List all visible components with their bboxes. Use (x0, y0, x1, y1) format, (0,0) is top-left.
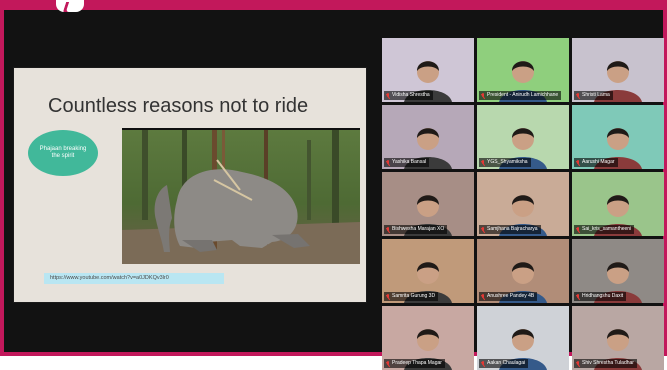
participant-name: Hridhangshu Daxit (582, 293, 624, 299)
muted-mic-icon (481, 92, 485, 99)
participant-name: Pradeep Thapa Magar (392, 360, 442, 366)
participant-name: Samrita Gurung 3D (392, 293, 436, 299)
participant-name-tag: Anushree Pandey 4B (479, 292, 538, 301)
muted-mic-icon (576, 226, 580, 233)
participant-name: Anushree Pandey 4B (487, 293, 535, 299)
meeting-window: Countless reasons not to ride Phajaan br… (0, 0, 667, 370)
participant-name-tag: Sai_kris_samantheeni (574, 225, 635, 234)
participant-name-tag: Hridhangshu Daxit (574, 292, 627, 301)
elephant-photo-image (122, 130, 360, 264)
participant-tile[interactable]: Aarushi Magar (572, 105, 664, 169)
participant-tile[interactable]: President - Anirudh Lamichhane (477, 38, 569, 102)
app-logo-icon (56, 0, 84, 12)
participant-tile[interactable]: Hridhangshu Daxit (572, 239, 664, 303)
muted-mic-icon (576, 92, 580, 99)
participant-name: Aarushi Magar (582, 159, 615, 165)
participant-tile[interactable]: Shiv Shrestha Tuladhar (572, 306, 664, 370)
participant-name: Bishwesha Marajan XO (392, 226, 445, 232)
participant-name-tag: Shristi Lama (574, 91, 613, 100)
participant-name: Sai_kris_samantheeni (582, 226, 632, 232)
participant-name-tag: Yashika Bansal (384, 158, 430, 167)
participant-tile[interactable]: Yashika Bansal (382, 105, 474, 169)
muted-mic-icon (576, 159, 580, 166)
participant-name-tag: Samrita Gurung 3D (384, 292, 439, 301)
muted-mic-icon (386, 226, 390, 233)
muted-mic-icon (386, 159, 390, 166)
participant-tile[interactable]: Samrita Gurung 3D (382, 239, 474, 303)
participant-name: President - Anirudh Lamichhane (487, 92, 559, 98)
participant-name: Yashika Bansal (392, 159, 427, 165)
video-url[interactable]: https://www.youtube.com/watch?v=a0JDKQv3… (44, 273, 224, 284)
participant-name-tag: Vidisha Shrestha (384, 91, 433, 100)
muted-mic-icon (386, 92, 390, 99)
participant-name-tag: Bishwesha Marajan XO (384, 225, 448, 234)
participant-tile[interactable]: Shristi Lama (572, 38, 664, 102)
participant-tile[interactable]: Sai_kris_samantheeni (572, 172, 664, 236)
participant-name: Shristi Lama (582, 92, 610, 98)
shared-screen-slide: Countless reasons not to ride Phajaan br… (14, 68, 366, 302)
participant-tile[interactable]: YGS_Shyamiksha (477, 105, 569, 169)
slide-oval-label: Phajaan breaking the spirit (28, 130, 98, 176)
muted-mic-icon (481, 226, 485, 233)
participant-grid: Vidisha Shrestha President - Anirudh Lami… (382, 38, 667, 370)
participant-name-tag: Samjhana Bajracharya (479, 225, 541, 234)
participant-tile[interactable]: Pradeep Thapa Magar (382, 306, 474, 370)
participant-name: Aakan Chaulagai (487, 360, 526, 366)
participant-name-tag: Aarushi Magar (574, 158, 618, 167)
muted-mic-icon (386, 293, 390, 300)
participant-tile[interactable]: Anushree Pandey 4B (477, 239, 569, 303)
slide-title: Countless reasons not to ride (48, 95, 309, 117)
participant-tile[interactable]: Samjhana Bajracharya (477, 172, 569, 236)
elephant-photo (122, 128, 360, 264)
participant-name-tag: Pradeep Thapa Magar (384, 359, 445, 368)
participant-tile[interactable]: Bishwesha Marajan XO (382, 172, 474, 236)
participant-tile[interactable]: Aakan Chaulagai (477, 306, 569, 370)
muted-mic-icon (576, 360, 580, 367)
participant-tile[interactable]: Vidisha Shrestha (382, 38, 474, 102)
participant-name-tag: Aakan Chaulagai (479, 359, 529, 368)
participant-name: YGS_Shyamiksha (487, 159, 528, 165)
muted-mic-icon (481, 159, 485, 166)
muted-mic-icon (481, 360, 485, 367)
muted-mic-icon (386, 360, 390, 367)
participant-name: Samjhana Bajracharya (487, 226, 538, 232)
participant-name-tag: Shiv Shrestha Tuladhar (574, 359, 637, 368)
muted-mic-icon (481, 293, 485, 300)
participant-name-tag: YGS_Shyamiksha (479, 158, 531, 167)
participant-name-tag: President - Anirudh Lamichhane (479, 91, 562, 100)
muted-mic-icon (576, 293, 580, 300)
participant-name: Shiv Shrestha Tuladhar (582, 360, 634, 366)
participant-name: Vidisha Shrestha (392, 92, 430, 98)
